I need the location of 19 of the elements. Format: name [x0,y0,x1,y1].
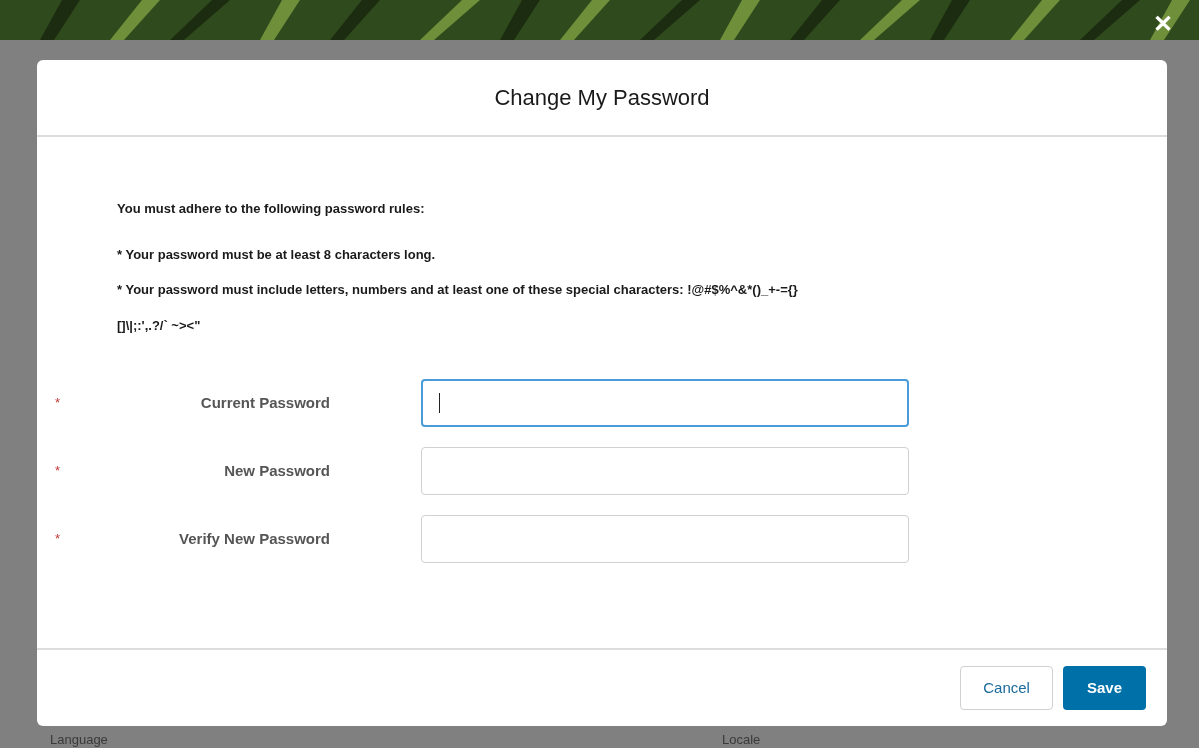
cancel-button[interactable]: Cancel [960,666,1053,710]
field-label: Locale [722,732,761,747]
password-field[interactable] [421,515,909,563]
required-mark: * [55,394,62,413]
rule-text: * Your password must include letters, numbers and at least one of these special characters: !@#$%^&*()_+-={} [117,281,799,299]
rule-text: * Your password must be at least 8 characters long. [117,245,437,264]
password-field[interactable] [421,379,909,427]
field-label: Current Password [199,392,330,413]
rule-text: You must adhere to the following password rules: [117,200,426,218]
field-label: Verify New Password [178,528,330,549]
text-cursor-icon [439,393,440,413]
password-field[interactable] [421,447,909,495]
rule-text: []\|;:',.?/` ~><" [117,316,202,335]
field-label: Language [50,732,108,747]
save-button[interactable]: Save [1062,666,1146,710]
required-mark: * [55,530,62,549]
dialog-title: Change My Password [494,84,710,112]
field-label: New Password [223,460,330,481]
required-mark: * [55,462,62,481]
